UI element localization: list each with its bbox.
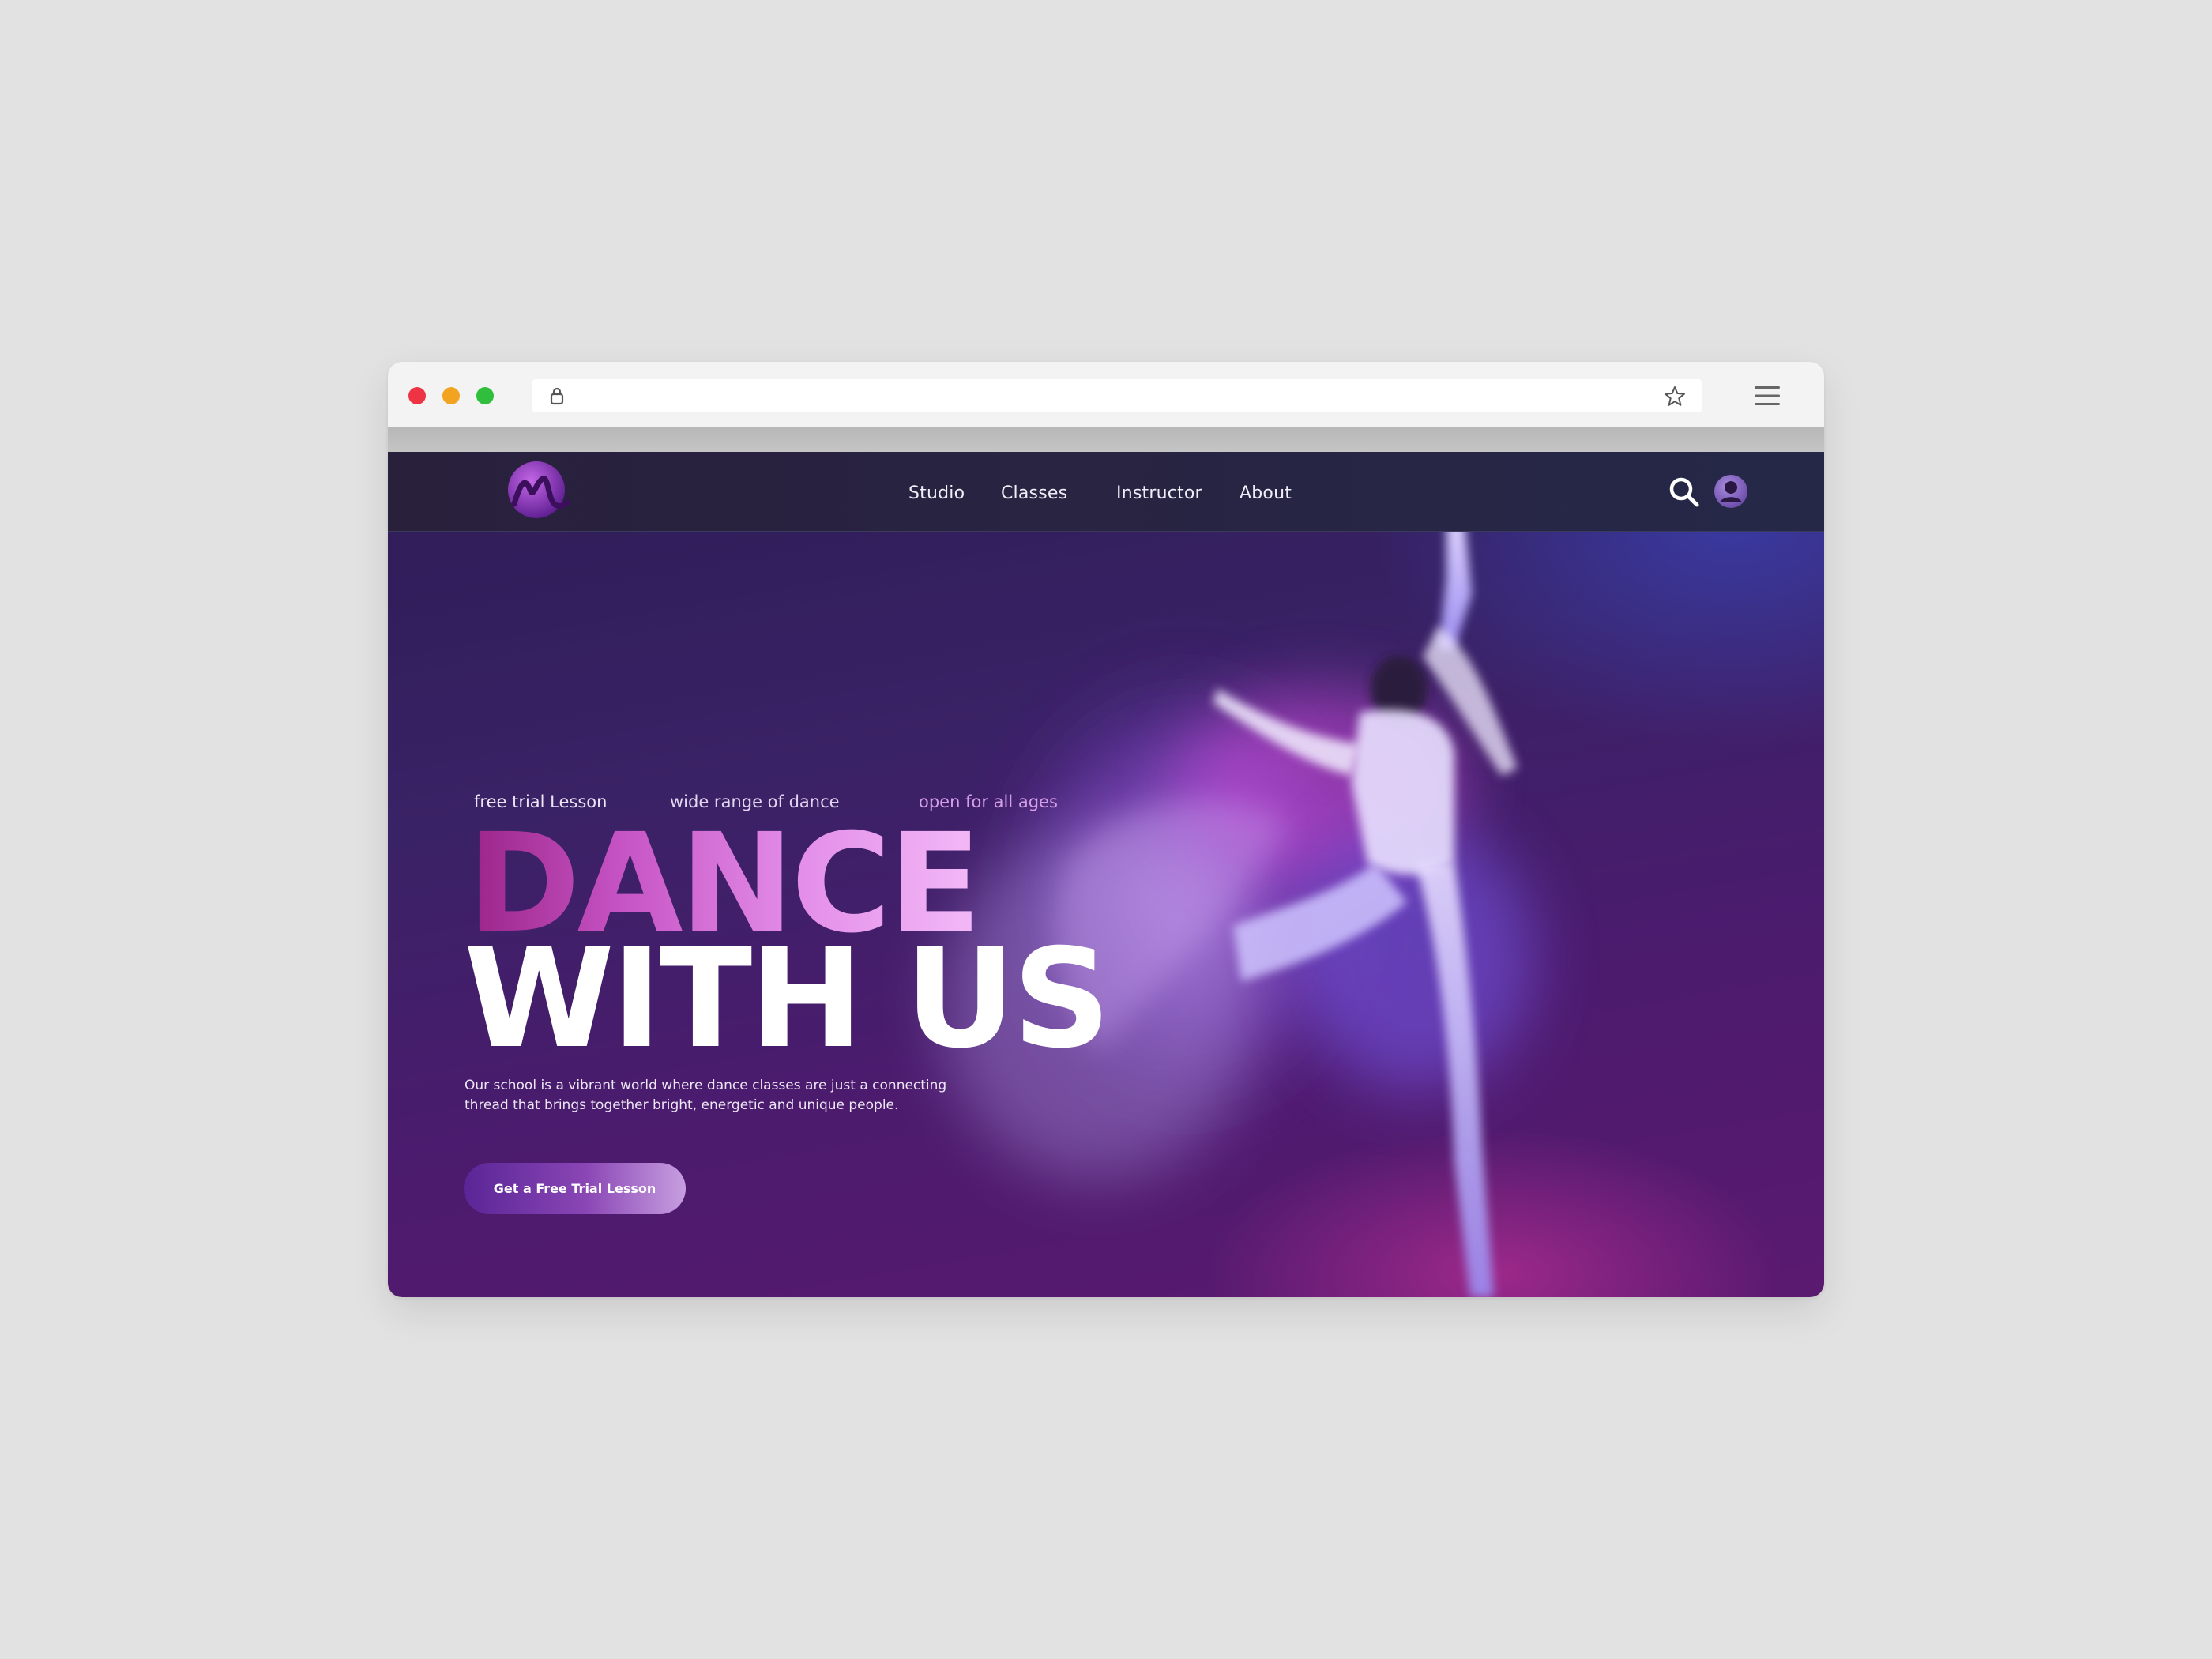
nav-item-studio[interactable]: Studio [908, 483, 965, 503]
address-bar[interactable] [532, 379, 1702, 412]
user-avatar-icon[interactable] [1714, 474, 1748, 509]
free-trial-button[interactable]: Get a Free Trial Lesson [464, 1163, 686, 1214]
nav-item-classes[interactable]: Classes [1001, 483, 1067, 503]
lock-icon [550, 387, 564, 405]
browser-toolbar [388, 362, 1824, 427]
search-icon[interactable] [1668, 476, 1701, 509]
star-icon[interactable] [1662, 384, 1687, 409]
browser-window: Studio Classes Instructor About free tri… [388, 362, 1824, 1297]
toolbar-divider [388, 427, 1824, 452]
close-window-button[interactable] [408, 387, 426, 404]
hero-description: Our school is a vibrant world where danc… [465, 1078, 947, 1113]
nav-item-instructor[interactable]: Instructor [1116, 483, 1202, 503]
hero-headline-line2: WITH US [464, 919, 1111, 1078]
site-navbar: Studio Classes Instructor About [388, 452, 1824, 532]
minimize-window-button[interactable] [442, 387, 460, 404]
maximize-window-button[interactable] [476, 387, 494, 404]
nav-item-about[interactable]: About [1240, 483, 1292, 503]
primary-nav: Studio Classes Instructor About [388, 452, 1824, 531]
website-viewport: Studio Classes Instructor About free tri… [388, 452, 1824, 1297]
hamburger-menu-icon[interactable] [1753, 384, 1781, 408]
